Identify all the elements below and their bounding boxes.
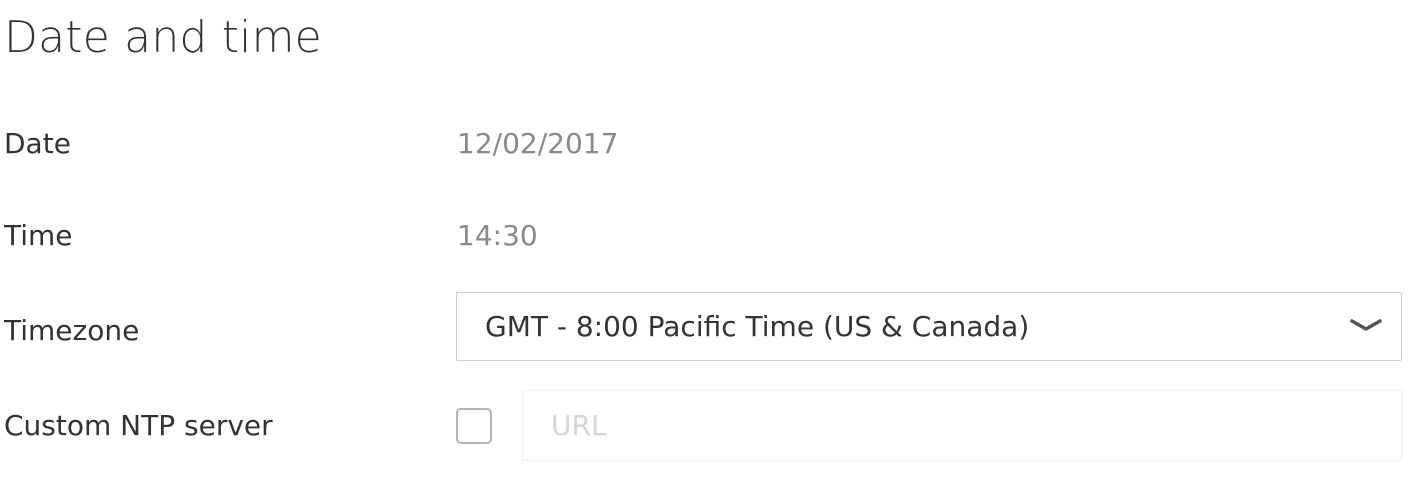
timezone-select[interactable]: GMT - 8:00 Pacific Time (US & Canada) xyxy=(456,292,1402,361)
time-value: 14:30 xyxy=(457,219,538,252)
date-label: Date xyxy=(4,127,71,160)
timezone-selected-value: GMT - 8:00 Pacific Time (US & Canada) xyxy=(485,309,1030,343)
date-value: 12/02/2017 xyxy=(457,127,619,160)
ntp-checkbox[interactable] xyxy=(456,408,492,444)
ntp-label: Custom NTP server xyxy=(4,409,273,442)
ntp-url-input[interactable] xyxy=(522,390,1402,461)
time-label: Time xyxy=(4,219,73,252)
page-title: Date and time xyxy=(4,12,322,63)
timezone-label: Timezone xyxy=(4,314,140,347)
chevron-down-icon xyxy=(1350,319,1382,331)
